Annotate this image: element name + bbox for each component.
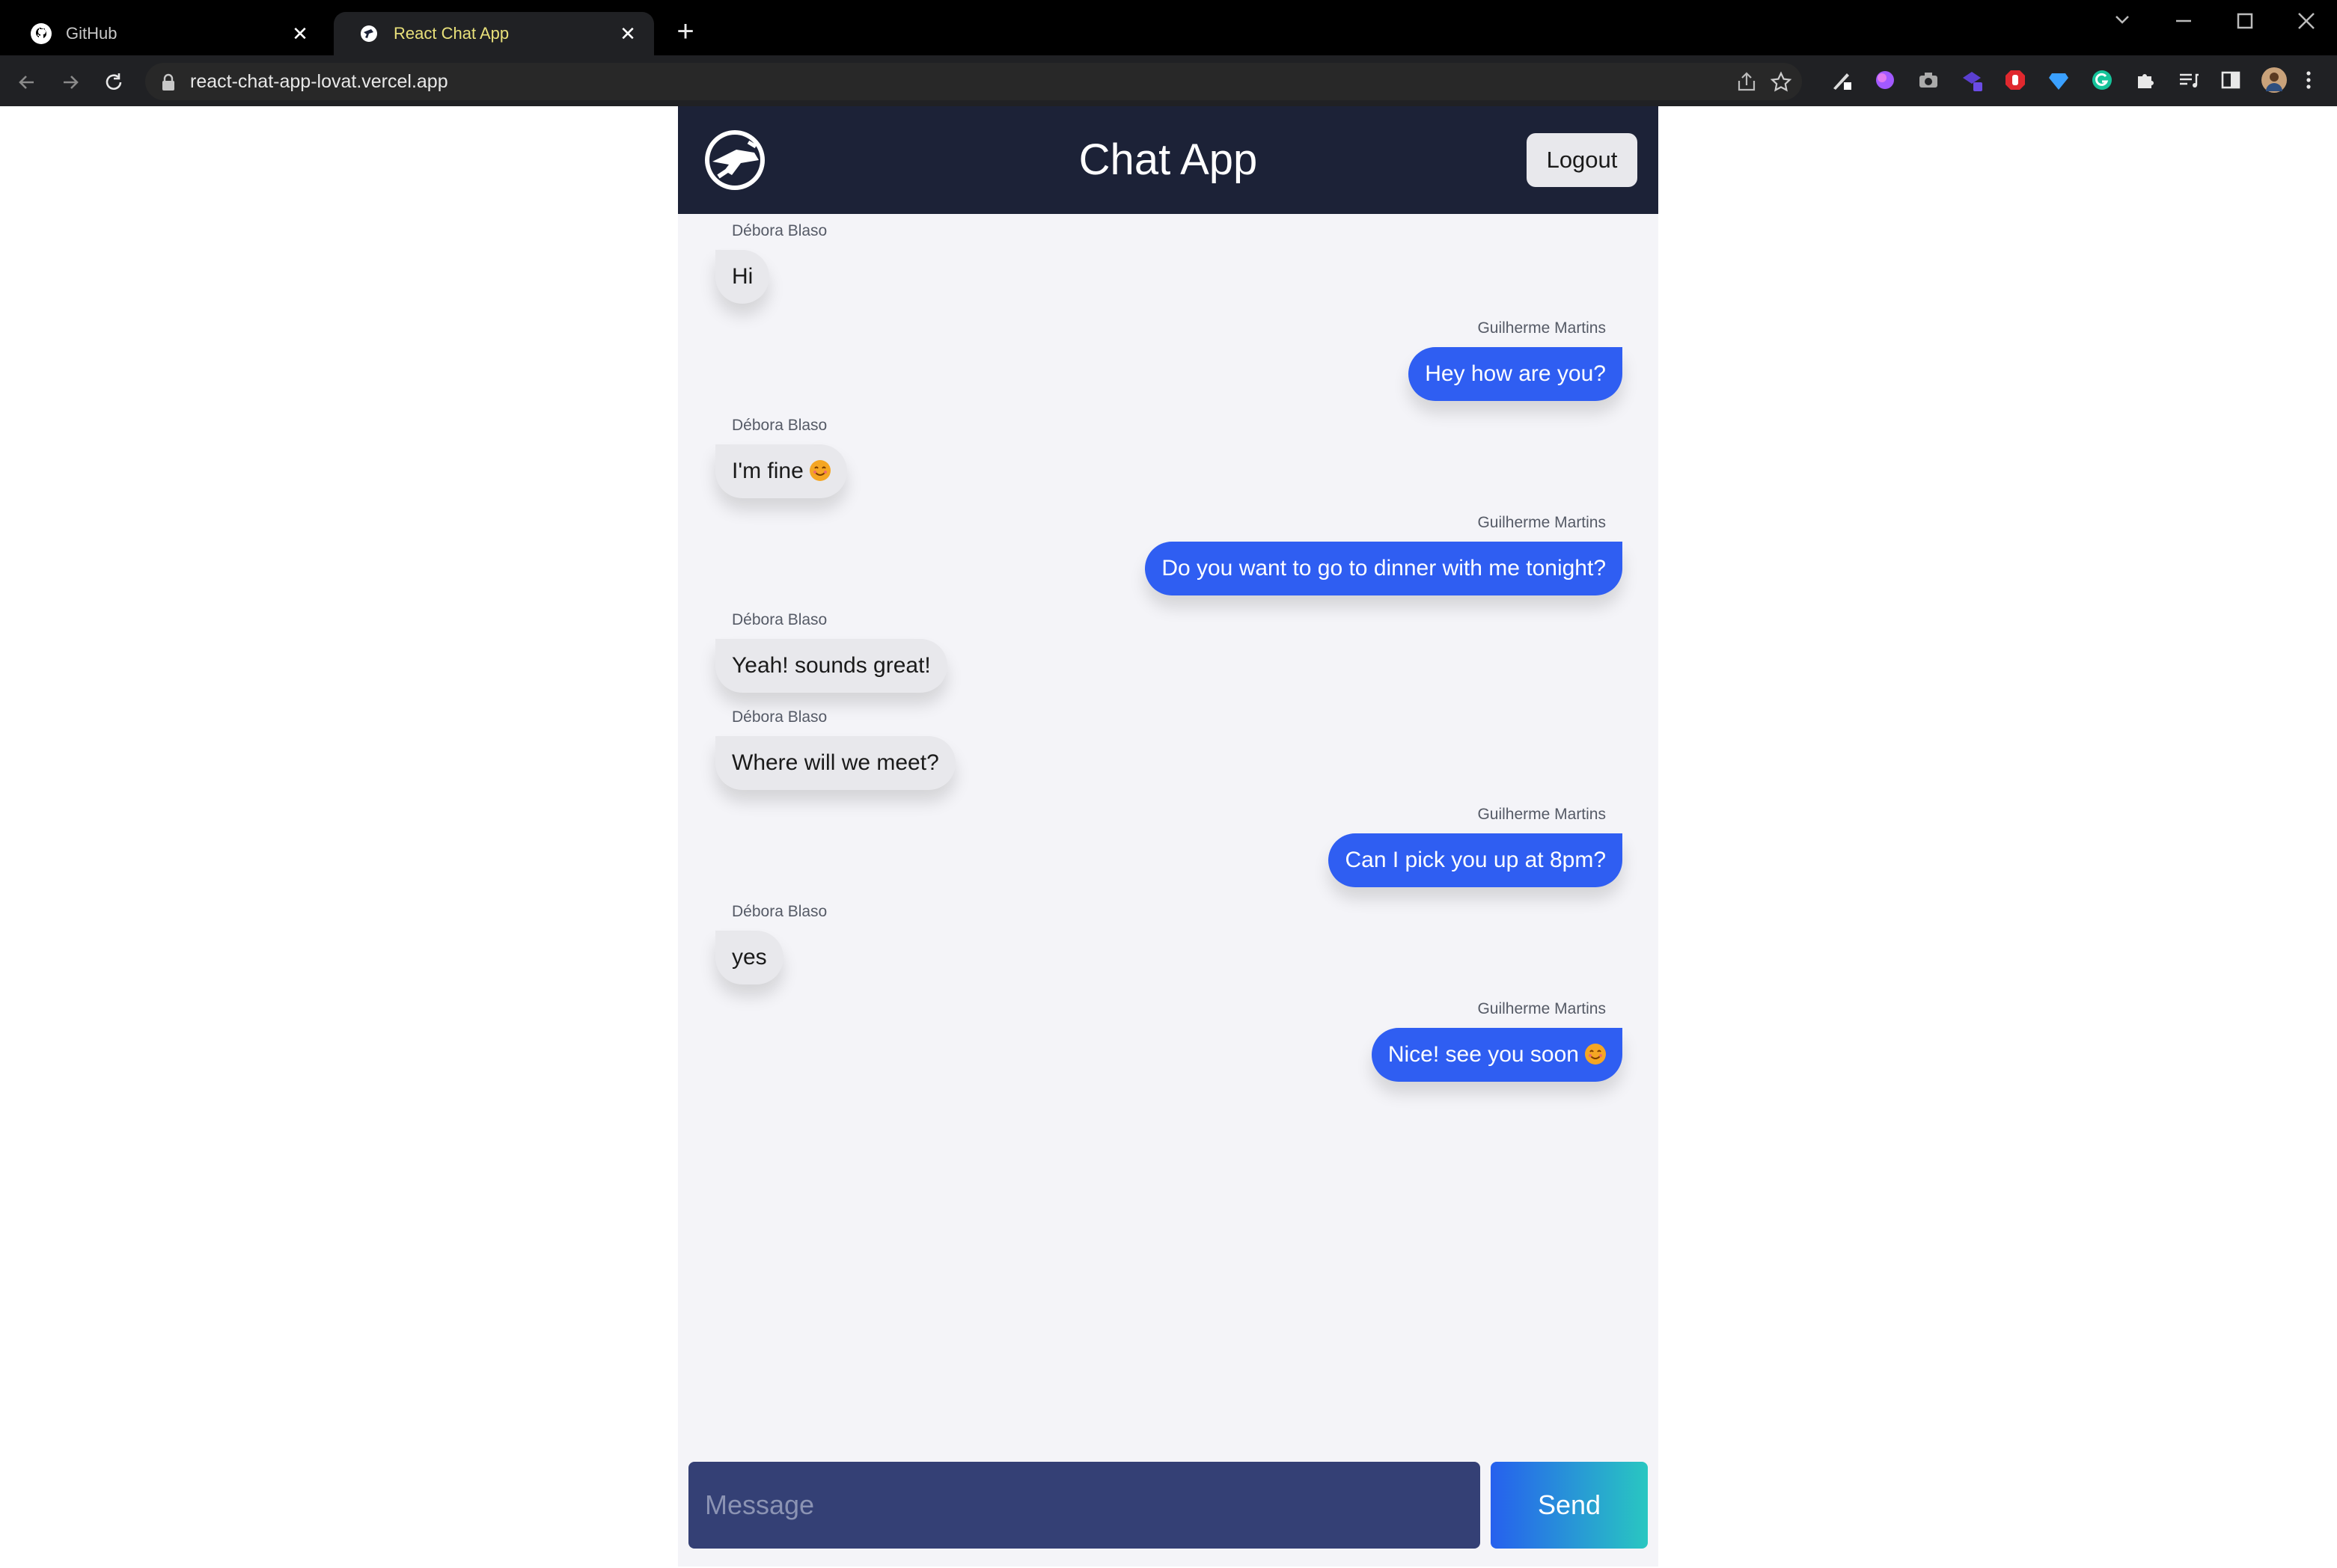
minimize-icon[interactable] [2161,6,2206,36]
close-tab-icon[interactable]: ✕ [287,21,313,46]
media-queue-icon[interactable] [2178,69,2200,91]
browser-menu-icon[interactable] [2297,69,2320,91]
profile-avatar[interactable] [2261,67,2287,93]
message-item: Débora Blaso Where will we meet? [715,708,956,790]
send-button[interactable]: Send [1491,1462,1648,1549]
message-text: Where will we meet? [732,750,939,775]
reload-icon[interactable] [99,67,129,97]
back-icon[interactable] [12,67,42,97]
logout-button[interactable]: Logout [1527,133,1637,187]
message-bubble: Yeah! sounds great! [715,639,947,693]
smiling-face-emoji-icon [1585,1044,1606,1065]
browser-toolbar: react-chat-app-lovat.vercel.app [0,55,2337,106]
message-input[interactable] [688,1462,1480,1549]
message-text: Yeah! sounds great! [732,653,931,678]
message-text: I'm fine [732,459,804,483]
tab-search-icon[interactable] [2100,6,2145,36]
url-text: react-chat-app-lovat.vercel.app [190,71,448,92]
message-item: Guilherme Martins Hey how are you? [1408,319,1622,401]
message-bubble: Can I pick you up at 8pm? [1328,833,1622,887]
extension-pen-icon[interactable] [1830,69,1853,91]
message-text: Do you want to go to dinner with me toni… [1161,556,1606,581]
message-sender: Débora Blaso [732,222,828,239]
message-sender: Débora Blaso [732,611,828,628]
share-icon[interactable] [1735,70,1759,94]
lock-icon [160,73,177,91]
web-page: Chat App Logout Débora Blaso Hi Guilherm… [0,106,2337,1567]
message-item: Débora Blaso Yeah! sounds great! [715,610,947,693]
extension-badge-icon[interactable] [1961,69,1983,91]
smiling-face-emoji-icon [809,460,831,481]
tab-react-chat-app[interactable]: React Chat App ✕ [334,12,654,55]
message-sender: Débora Blaso [732,708,828,726]
message-text: Hi [732,264,754,289]
message-composer: Send [678,1462,1658,1567]
message-bubble: Hey how are you? [1408,347,1622,401]
close-window-icon[interactable] [2284,6,2329,36]
maximize-icon[interactable] [2223,6,2267,36]
message-sender: Guilherme Martins [1477,806,1606,823]
message-item: Débora Blaso yes [715,902,827,984]
tab-title: React Chat App [394,24,510,43]
message-sender: Débora Blaso [732,417,828,434]
diamond-icon[interactable] [2047,69,2070,91]
bookmark-star-icon[interactable] [1769,70,1793,94]
message-item: Débora Blaso I'm fine [715,416,847,498]
message-list: Débora Blaso Hi Guilherme Martins Hey ho… [678,214,1658,1568]
tab-title: GitHub [66,24,117,43]
close-tab-icon[interactable]: ✕ [615,21,641,46]
side-panel-icon[interactable] [2220,69,2242,91]
message-item: Débora Blaso Hi [715,221,827,304]
message-sender: Guilherme Martins [1477,319,1606,337]
message-bubble: yes [715,931,783,984]
new-tab-icon[interactable]: + [670,16,700,46]
app-title: Chat App [1078,135,1258,184]
camera-icon[interactable] [1917,69,1940,91]
chat-app-favicon-icon [358,22,380,45]
address-bar[interactable]: react-chat-app-lovat.vercel.app [145,63,1802,100]
app-header: Chat App Logout [678,106,1658,214]
extensions-puzzle-icon[interactable] [2134,69,2157,91]
grammarly-icon[interactable] [2091,69,2113,91]
message-bubble: Where will we meet? [715,736,956,790]
tab-github[interactable]: GitHub ✕ [6,12,326,55]
message-sender: Guilherme Martins [1477,514,1606,531]
github-icon [30,22,52,45]
message-item: Guilherme Martins Can I pick you up at 8… [1328,805,1622,887]
forward-icon[interactable] [55,67,85,97]
message-item: Guilherme Martins Nice! see you soon [1371,999,1622,1082]
chat-app: Chat App Logout Débora Blaso Hi Guilherm… [678,106,1658,1567]
message-sender: Guilherme Martins [1477,1000,1606,1017]
extension-purple-icon[interactable] [1874,69,1896,91]
message-text: Hey how are you? [1425,361,1606,386]
browser-tab-strip: GitHub ✕ React Chat App ✕ + [0,0,2337,55]
message-bubble: I'm fine [715,444,847,498]
stop-hand-icon[interactable] [2004,69,2026,91]
message-text: yes [732,945,767,970]
message-bubble: Hi [715,250,770,304]
message-sender: Débora Blaso [732,903,828,920]
message-bubble: Nice! see you soon [1371,1028,1622,1082]
message-text: Nice! see you soon [1387,1042,1579,1067]
message-text: Can I pick you up at 8pm? [1345,848,1606,872]
message-bubble: Do you want to go to dinner with me toni… [1145,542,1622,595]
message-item: Guilherme Martins Do you want to go to d… [1145,513,1622,595]
